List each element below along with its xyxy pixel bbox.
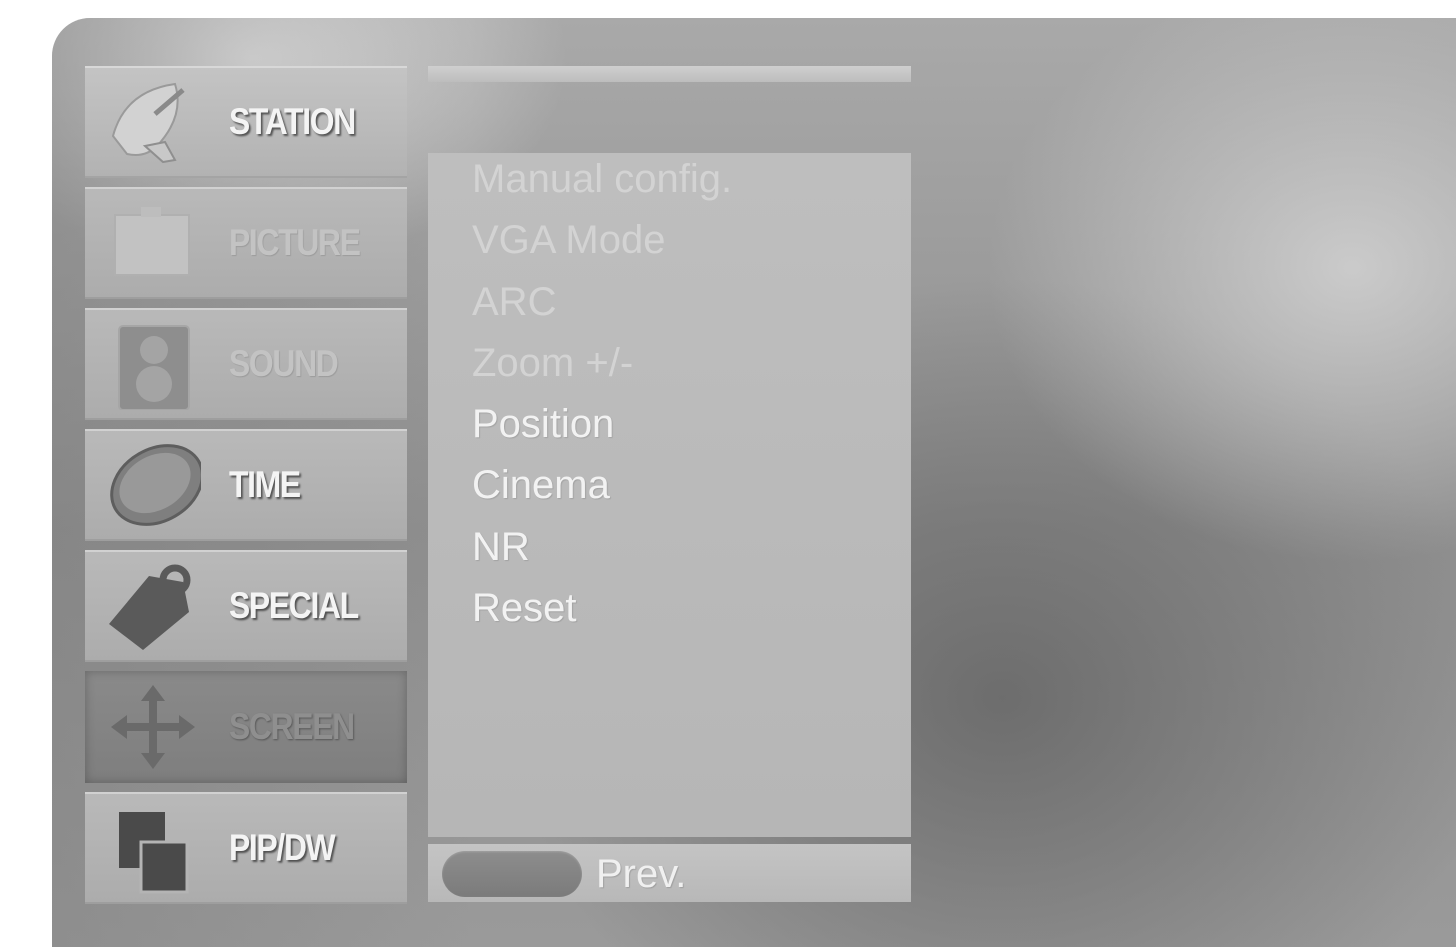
clock-icon — [105, 439, 204, 531]
submenu-item-position[interactable]: Position — [472, 398, 732, 459]
menu-item-picture[interactable]: PICTURE — [85, 187, 407, 299]
menu-label-screen: SCREEN — [229, 706, 355, 747]
menu-item-special[interactable]: SPECIAL — [85, 550, 407, 662]
menu-label-time: TIME — [229, 464, 301, 505]
main-menu: STATION PICTURE SOUND TIME SPECIAL SCREE… — [85, 66, 407, 913]
prev-label: Prev. — [596, 852, 687, 896]
submenu-item-manual-config[interactable]: Manual config. — [472, 153, 732, 214]
menu-label-sound: SOUND — [229, 343, 339, 384]
menu-item-station[interactable]: STATION — [85, 66, 407, 178]
menu-label-station: STATION — [229, 101, 356, 142]
submenu-list: Manual config. VGA Mode ARC Zoom +/- Pos… — [472, 153, 732, 643]
menu-item-screen[interactable]: SCREEN — [85, 671, 407, 783]
submenu-item-nr[interactable]: NR — [472, 521, 732, 582]
move-arrows-icon — [105, 681, 201, 773]
submenu-panel: Manual config. VGA Mode ARC Zoom +/- Pos… — [428, 153, 911, 837]
speaker-icon — [105, 318, 201, 411]
prev-button-pill[interactable] — [442, 851, 582, 897]
submenu-item-vga-mode[interactable]: VGA Mode — [472, 214, 732, 275]
satellite-dish-icon — [105, 76, 201, 168]
menu-label-picture: PICTURE — [229, 222, 361, 263]
submenu-item-arc[interactable]: ARC — [472, 276, 732, 337]
tv-screen-icon — [105, 197, 201, 289]
tag-icon — [105, 560, 201, 652]
tv-osd-screen: STATION PICTURE SOUND TIME SPECIAL SCREE… — [52, 18, 1456, 947]
submenu-item-reset[interactable]: Reset — [472, 582, 732, 643]
menu-item-sound[interactable]: SOUND — [85, 308, 407, 420]
menu-item-pip-dw[interactable]: PIP/DW — [85, 792, 407, 904]
submenu-title-bar — [428, 66, 911, 82]
menu-label-special: SPECIAL — [229, 585, 359, 626]
submenu-footer: Prev. — [428, 844, 911, 902]
menu-label-pip-dw: PIP/DW — [229, 827, 336, 868]
submenu-item-zoom[interactable]: Zoom +/- — [472, 337, 732, 398]
submenu-item-cinema[interactable]: Cinema — [472, 459, 732, 520]
menu-item-time[interactable]: TIME — [85, 429, 407, 541]
pip-windows-icon — [105, 802, 201, 894]
